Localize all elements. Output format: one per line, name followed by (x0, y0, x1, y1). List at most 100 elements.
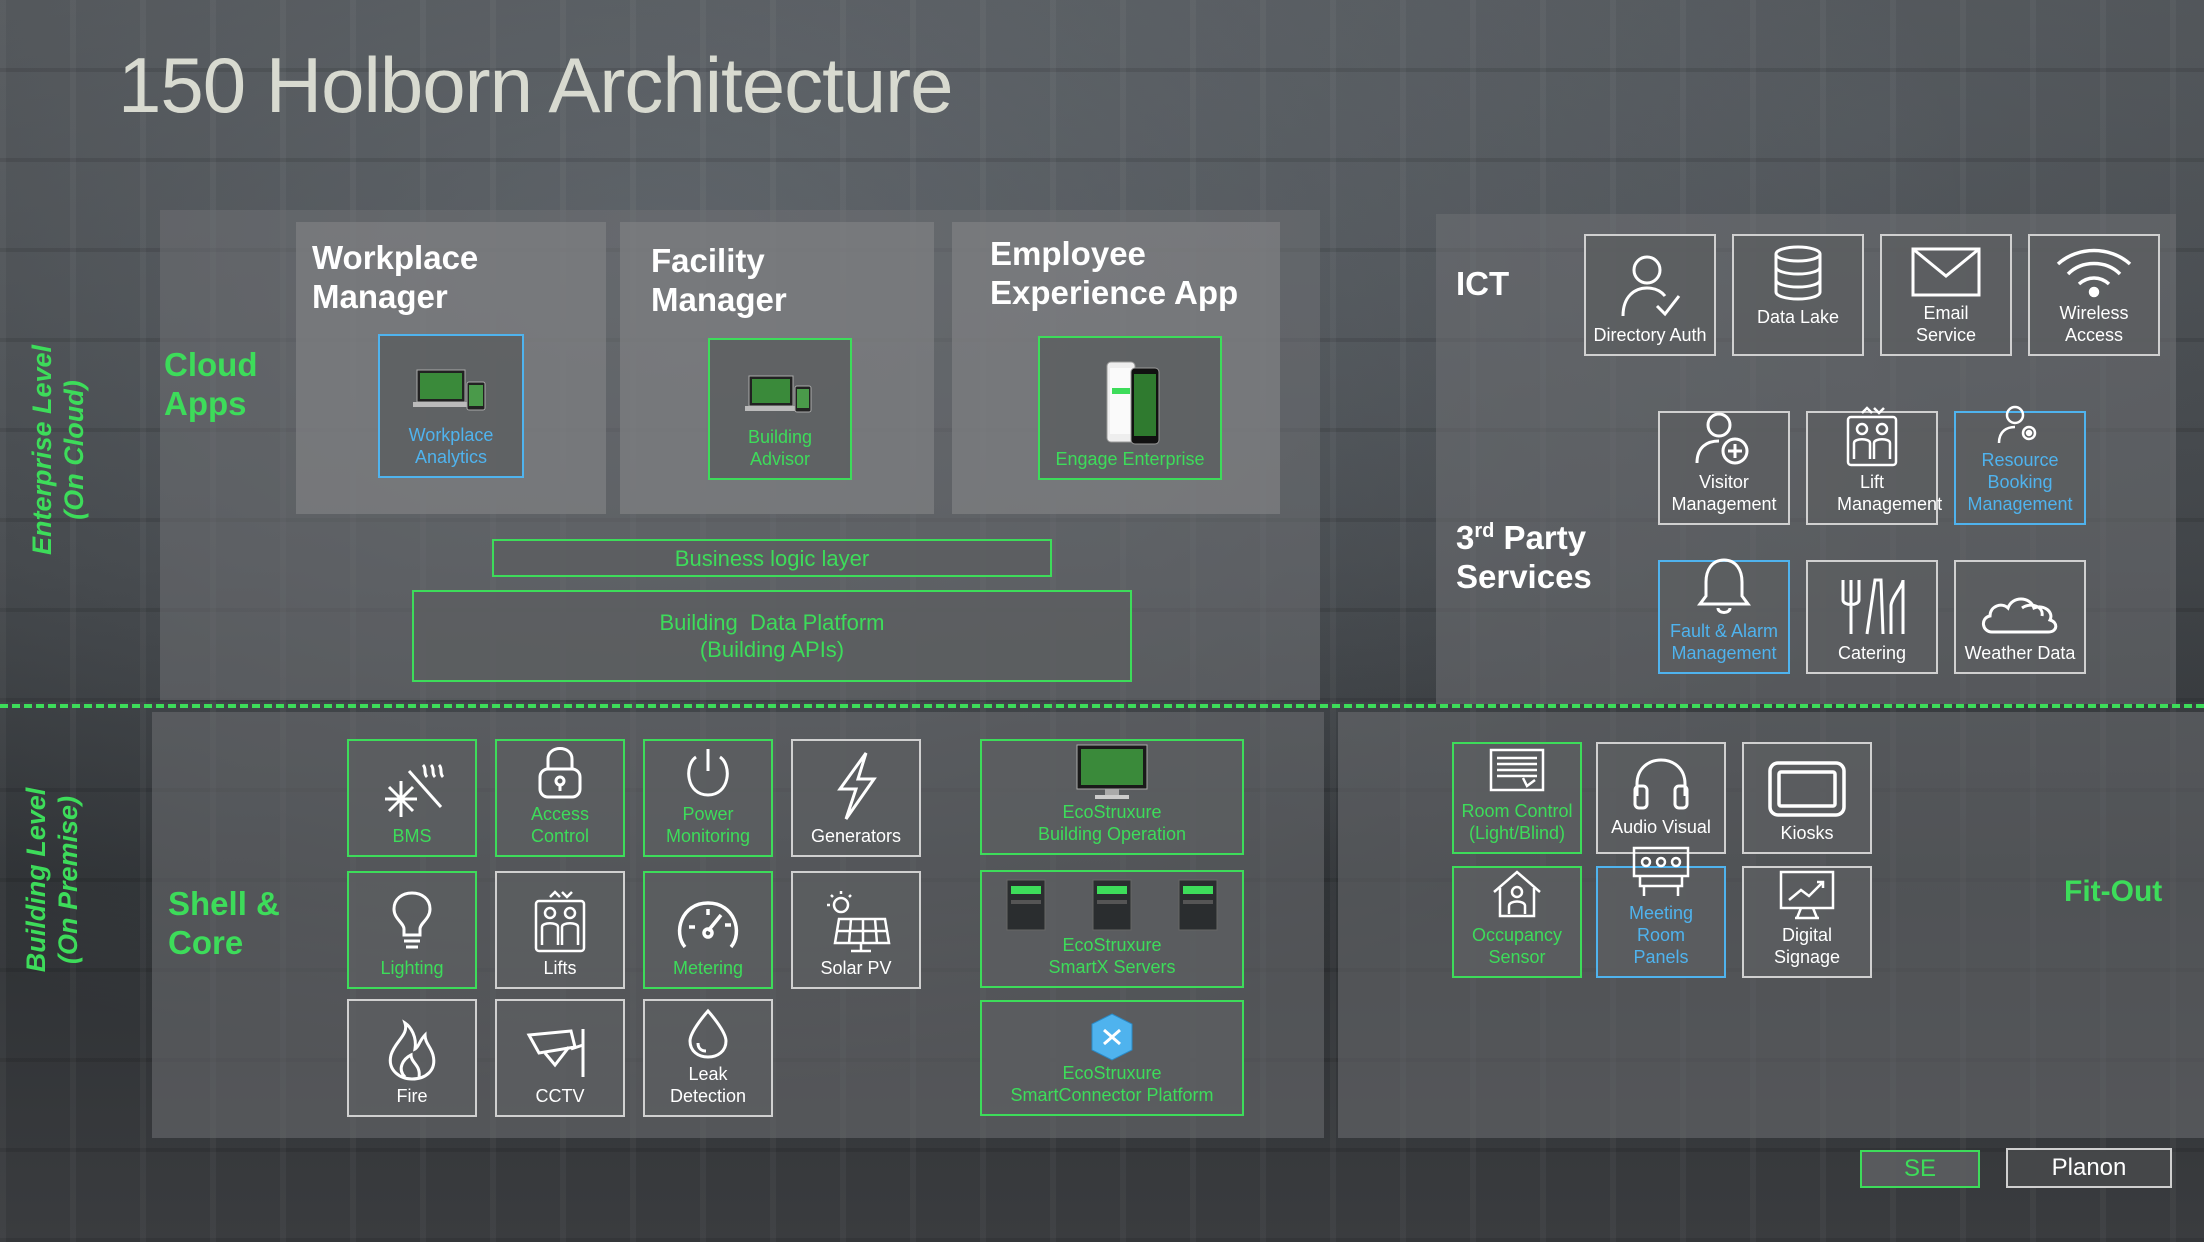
digital-signage-tile[interactable]: Digital Signage (1742, 866, 1872, 978)
ecostruxure-smartconnector-platform[interactable]: EcoStruxure SmartConnector Platform (980, 1000, 1244, 1116)
business-logic-layer[interactable]: Business logic layer (492, 539, 1052, 577)
data-lake-tile[interactable]: Data Lake (1732, 234, 1864, 356)
weather-data-label: Weather Data (1964, 643, 2076, 663)
email-service-tile[interactable]: Email Service (1880, 234, 2012, 356)
ebo-line2: Building Operation (1037, 824, 1187, 844)
lift-management-tile[interactable]: Lift Management (1806, 406, 1943, 525)
elevator-people-icon (1846, 406, 1898, 467)
resource-booking-management-tile[interactable]: Resource Booking Management (1954, 405, 2086, 525)
page-title: 150 Holborn Architecture (118, 41, 953, 129)
gauge-icon (677, 901, 739, 949)
fault-alarm-management-tile[interactable]: Fault & Alarm Management (1658, 558, 1790, 674)
data-platform-line2: (Building APIs) (699, 637, 845, 662)
visitor-management-label: Visitor Management (1671, 472, 1777, 514)
chart-monitor-icon (1779, 870, 1835, 920)
enterprise-level-line2: (On Cloud) (59, 380, 89, 520)
building-level-label: Building Level (On Premise) (20, 770, 84, 990)
employee-experience-line2: Experience App (990, 274, 1239, 311)
padlock-icon (538, 747, 582, 799)
blinds-control-icon (1489, 748, 1545, 792)
user-add-icon (1695, 412, 1749, 465)
flame-icon (388, 1019, 436, 1081)
wifi-icon (2056, 248, 2132, 298)
fire-tile[interactable]: Fire (347, 999, 477, 1117)
employee-experience-line1: Employee (990, 235, 1146, 272)
solar-pv-tile[interactable]: Solar PV (791, 871, 921, 989)
building-data-platform[interactable]: Building Data Platform (Building APIs) (412, 590, 1132, 682)
meeting-room-panels-tile[interactable]: Meeting Room Panels (1596, 846, 1726, 978)
third-party-line1: 3rd Party (1456, 512, 1592, 557)
access-control-tile[interactable]: Access Control (495, 739, 625, 857)
resource-booking-label: Resource Booking Management (1967, 450, 2073, 514)
workplace-manager-heading: Workplace Manager (312, 238, 478, 316)
cutlery-icon (1841, 578, 1905, 635)
weather-data-tile[interactable]: Weather Data (1954, 560, 2086, 674)
connector-hexagon-icon (1091, 1013, 1133, 1061)
workplace-analytics-app[interactable]: Workplace Analytics (378, 334, 524, 478)
bms-tile[interactable]: BMS (347, 739, 477, 857)
generators-label: Generators (810, 826, 902, 846)
wireless-access-label: Wireless Access (2059, 303, 2129, 345)
bell-icon (1697, 558, 1751, 614)
kiosks-label: Kiosks (1780, 823, 1834, 843)
smartphones-icon (1106, 361, 1160, 445)
database-icon (1774, 245, 1822, 301)
visitor-management-tile[interactable]: Visitor Management (1658, 411, 1790, 525)
building-advisor-app[interactable]: Building Advisor (708, 338, 852, 480)
legend-se: SE (1860, 1150, 1980, 1188)
building-advisor-label: Building Advisor (747, 427, 813, 469)
directory-auth-label: Directory Auth (1593, 325, 1707, 345)
level-divider (0, 704, 2204, 708)
power-monitoring-label: Power Monitoring (665, 804, 751, 846)
lighting-tile[interactable]: Lighting (347, 871, 477, 989)
fire-label: Fire (396, 1086, 428, 1106)
meeting-room-panels-label: Meeting Room Panels (1628, 903, 1694, 967)
cctv-label: CCTV (535, 1086, 585, 1106)
server-modules-icon (1006, 879, 1218, 931)
catering-tile[interactable]: Catering (1806, 560, 1938, 674)
lightning-bolt-icon (837, 752, 877, 820)
third-party-number: 3 (1456, 519, 1475, 556)
solar-panel-icon (827, 891, 891, 953)
leak-detection-tile[interactable]: Leak Detection (643, 999, 773, 1117)
elevator-people-icon (534, 890, 586, 953)
enterprise-level-line1: Enterprise Level (27, 344, 57, 556)
wireless-access-tile[interactable]: Wireless Access (2028, 234, 2160, 356)
business-logic-label: Business logic layer (674, 545, 870, 571)
ict-label: ICT (1456, 265, 1510, 302)
directory-auth-tile[interactable]: Directory Auth (1584, 234, 1716, 356)
facility-manager-line2: Manager (651, 281, 787, 318)
third-party-word: Party (1494, 519, 1587, 556)
third-party-superscript: rd (1474, 520, 1495, 542)
data-platform-line1: Building Data Platform (659, 610, 885, 635)
audio-visual-tile[interactable]: Audio Visual (1596, 742, 1726, 854)
generators-tile[interactable]: Generators (791, 739, 921, 857)
user-gear-icon (1997, 405, 2037, 444)
desktop-monitor-icon (1076, 744, 1148, 799)
meeting-room-icon (1632, 846, 1690, 896)
room-control-label: Room Control (Light/Blind) (1461, 801, 1573, 843)
lift-management-label: Lift Management (1837, 472, 1943, 514)
ecostruxure-building-operation[interactable]: EcoStruxure Building Operation (980, 739, 1244, 855)
power-icon (687, 749, 729, 797)
email-service-label: Email Service (1915, 303, 1977, 345)
workplace-manager-line1: Workplace (312, 239, 479, 276)
kiosks-tile[interactable]: Kiosks (1742, 742, 1872, 854)
legend-se-label: SE (1903, 1155, 1936, 1182)
occupancy-sensor-tile[interactable]: Occupancy Sensor (1452, 866, 1582, 978)
legend-planon-label: Planon (2051, 1154, 2127, 1181)
ecostruxure-smartx-servers[interactable]: EcoStruxure SmartX Servers (980, 870, 1244, 988)
cctv-tile[interactable]: CCTV (495, 999, 625, 1117)
metering-tile[interactable]: Metering (643, 871, 773, 989)
building-level-line2: (On Premise) (53, 795, 83, 965)
third-party-line2: Services (1456, 558, 1592, 595)
lifts-tile[interactable]: Lifts (495, 871, 625, 989)
smartconnector-line2: SmartConnector Platform (1010, 1085, 1214, 1105)
room-control-tile[interactable]: Room Control (Light/Blind) (1452, 742, 1582, 854)
fit-out-label: Fit-Out (2064, 875, 2163, 908)
shell-core-line1: Shell & (168, 885, 280, 922)
third-party-services-label: 3rd Party Services (1456, 512, 1592, 596)
power-monitoring-tile[interactable]: Power Monitoring (643, 739, 773, 857)
engage-enterprise-app[interactable]: Engage Enterprise (1038, 336, 1222, 480)
laptop-tablet-icon (413, 369, 486, 411)
